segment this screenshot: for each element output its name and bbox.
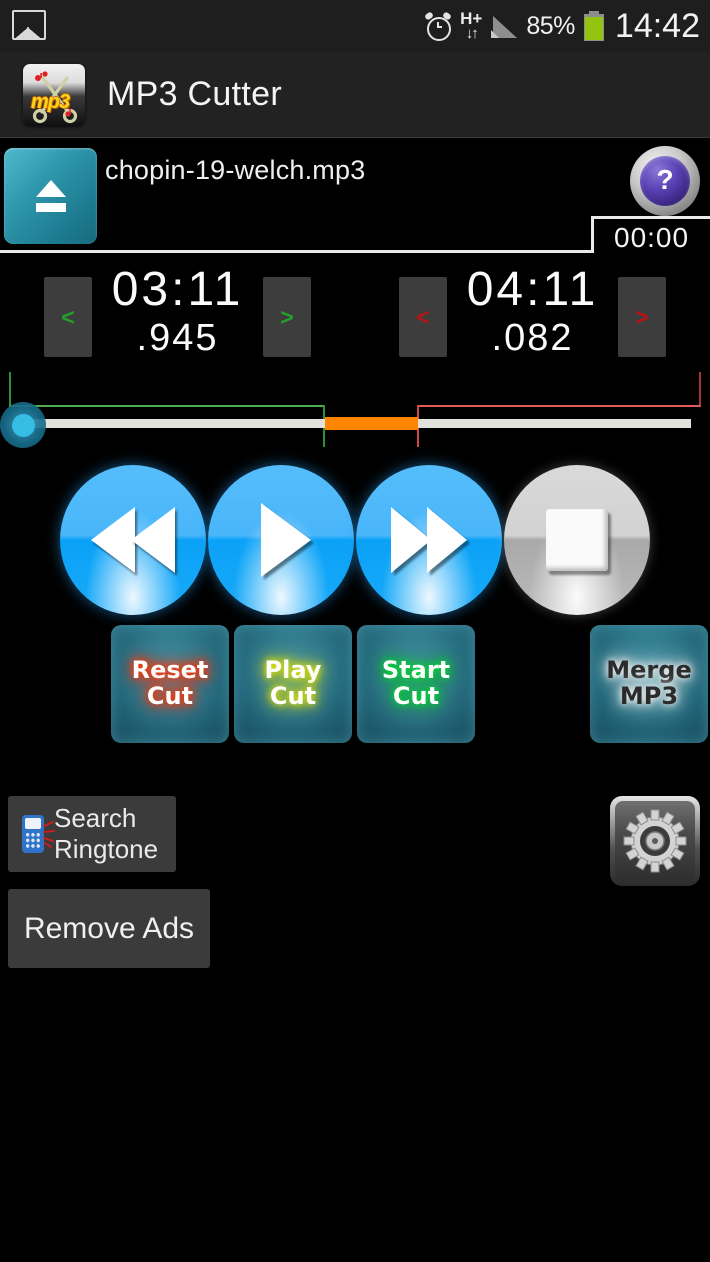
search-ringtone-label-line2: Ringtone (54, 834, 159, 864)
start-cut-button[interactable]: Start Cut (357, 625, 475, 743)
play-cut-button[interactable]: Play Cut (234, 625, 352, 743)
filename-label: chopin-19-welch.mp3 (105, 155, 366, 185)
reset-cut-button[interactable]: Reset Cut (111, 625, 229, 743)
end-time-value[interactable]: 04:11 (355, 262, 710, 318)
merge-mp3-label-line1: Merge (606, 656, 692, 685)
play-icon (261, 503, 311, 577)
signal-bars-icon (491, 14, 518, 38)
status-image-icon-wrap (12, 10, 46, 40)
start-marker-bracket-top (9, 405, 325, 407)
battery-icon (583, 11, 604, 41)
alarm-clock-icon (424, 10, 453, 41)
transport-controls (0, 465, 710, 620)
settings-button[interactable] (610, 796, 700, 886)
end-time-selector: < > 04:11 .082 (355, 262, 710, 372)
action-bar: mp3 MP3 Cutter (0, 52, 710, 138)
start-time-selector: < > 03:11 .945 (0, 262, 355, 372)
start-cut-label-line2: Cut (392, 682, 440, 710)
status-right-group: H+ ↓↑ 85% 14:42 (424, 0, 700, 52)
start-time-millis[interactable]: .945 (0, 316, 355, 360)
app-icon-label: mp3 (31, 90, 70, 113)
playback-timer: 00:00 (614, 222, 690, 253)
reset-cut-label-line2: Cut (146, 682, 194, 710)
fast-forward-icon (391, 507, 431, 573)
seekbar-thumb[interactable] (0, 402, 46, 448)
search-ringtone-label: Search Ringtone (54, 803, 158, 865)
eject-icon (35, 180, 66, 197)
page-title: MP3 Cutter (107, 75, 282, 113)
end-marker-bracket-top (418, 405, 701, 407)
help-icon: ? (640, 156, 690, 206)
stop-icon (546, 509, 608, 571)
remove-ads-button[interactable]: Remove Ads (8, 889, 210, 968)
seekbar-selection[interactable] (325, 417, 418, 430)
status-bar: H+ ↓↑ 85% 14:42 (0, 0, 710, 53)
settings-gear-icon (623, 809, 687, 873)
rewind-button[interactable] (60, 465, 206, 615)
start-marker-bracket-left (9, 372, 11, 407)
reset-cut-label-line1: Reset (131, 656, 209, 685)
end-time-millis[interactable]: .082 (355, 316, 710, 360)
phone-ringing-icon (22, 815, 55, 853)
status-clock: 14:42 (614, 6, 700, 45)
image-icon (12, 10, 46, 40)
rewind-icon (91, 507, 135, 573)
play-cut-label-line1: Play (264, 656, 322, 685)
network-type-label: H+ (460, 8, 483, 28)
search-ringtone-label-line1: Search (54, 803, 137, 833)
waveform-seek-area[interactable] (0, 372, 710, 450)
merge-mp3-label-line2: MP3 (619, 682, 679, 710)
help-question-mark: ? (656, 164, 674, 195)
timer-notch-border (0, 216, 710, 254)
search-ringtone-button[interactable]: Search Ringtone (8, 796, 176, 872)
app-screen: H+ ↓↑ 85% 14:42 mp3 MP3 Cutter chopin-19… (0, 0, 710, 1262)
play-cut-label-line2: Cut (269, 682, 317, 710)
start-cut-label-line1: Start (381, 656, 451, 685)
end-marker-bracket-right (699, 372, 701, 407)
battery-percent-label: 85% (526, 11, 575, 40)
help-button[interactable]: ? (630, 146, 700, 216)
fast-forward-button[interactable] (356, 465, 502, 615)
cut-actions-row: Reset Cut Play Cut Start Cut Merge MP3 (0, 625, 710, 743)
play-button[interactable] (208, 465, 354, 615)
network-type-indicator: H+ ↓↑ (460, 8, 483, 42)
network-traffic-arrows: ↓↑ (465, 24, 479, 42)
start-time-value[interactable]: 03:11 (0, 262, 355, 318)
merge-mp3-button[interactable]: Merge MP3 (590, 625, 708, 743)
time-selectors: < > 03:11 .945 < > 04:11 .082 (0, 262, 710, 372)
stop-button[interactable] (504, 465, 650, 615)
mp3-cutter-app-icon: mp3 (23, 63, 85, 126)
